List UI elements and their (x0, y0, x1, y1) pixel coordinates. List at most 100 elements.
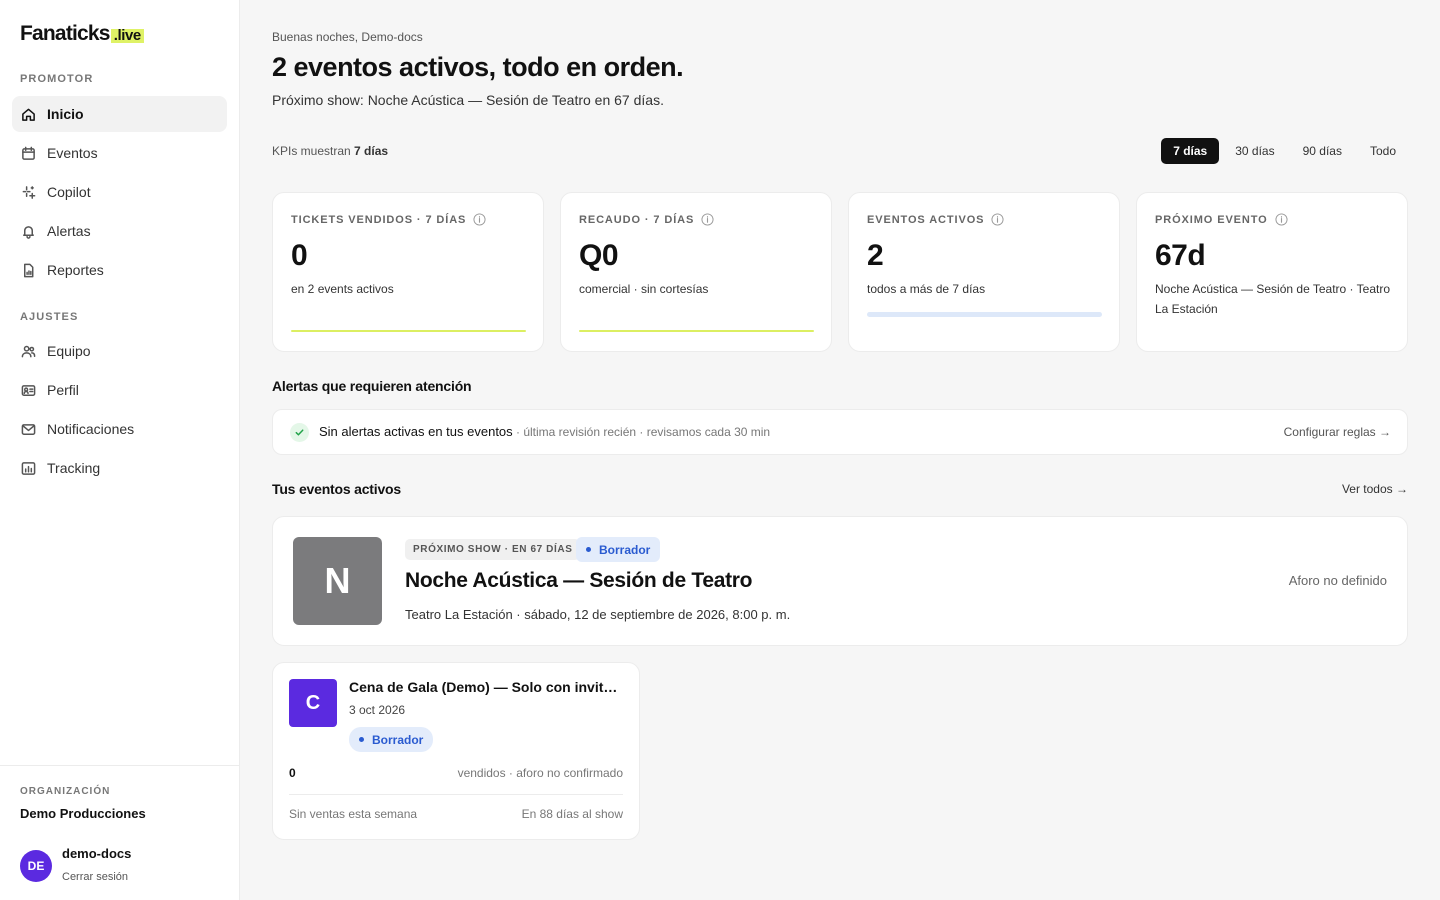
sidebar: Fanaticks .live PROMOTOR Inicio Eventos C… (0, 0, 240, 900)
event-thumbnail: N (293, 537, 382, 625)
info-icon[interactable] (1275, 213, 1288, 226)
tab-7-dias[interactable]: 7 días (1161, 138, 1220, 164)
kpi-card-tickets: TICKETS VENDIDOS · 7 DÍAS 0 en 2 events … (272, 192, 544, 352)
chart-icon (21, 461, 36, 475)
kpi-range-value: 7 días (354, 144, 389, 158)
next-show-badge: PRÓXIMO SHOW · EN 67 DÍAS (405, 539, 581, 560)
kpi-title-text: PRÓXIMO EVENTO (1155, 213, 1268, 226)
alert-message: Sin alertas activas en tus eventos (319, 424, 513, 439)
sidebar-item-copilot[interactable]: Copilot (12, 174, 227, 210)
check-icon (290, 423, 309, 442)
status-label: Borrador (599, 542, 651, 557)
sidebar-item-alertas[interactable]: Alertas (12, 213, 227, 249)
sidebar-item-label: Tracking (47, 460, 101, 476)
sidebar-item-eventos[interactable]: Eventos (12, 135, 227, 171)
kpi-subtext: comercial · sin cortesías (579, 282, 709, 296)
event-capacity: Aforo no definido (1288, 573, 1387, 588)
kpi-subtext: en 2 events activos (291, 282, 394, 296)
status-dot-icon (586, 547, 591, 552)
tab-todo[interactable]: Todo (1358, 138, 1408, 164)
status-label: Borrador (372, 732, 424, 747)
team-icon (21, 345, 36, 357)
sidebar-item-label: Copilot (47, 184, 91, 200)
sidebar-item-label: Notificaciones (47, 421, 135, 437)
kpi-range-note: KPIs muestran 7 días (272, 144, 388, 158)
sidebar-item-notificaciones[interactable]: Notificaciones (12, 411, 227, 447)
org-label: ORGANIZACIÓN (20, 786, 111, 797)
kpi-title: PRÓXIMO EVENTO (1155, 213, 1288, 226)
kpi-card-recaudo: RECAUDO · 7 DÍAS Q0 comercial · sin cort… (560, 192, 832, 352)
kpi-value: 2 (867, 239, 884, 272)
featured-event-card[interactable]: N PRÓXIMO SHOW · EN 67 DÍAS Borrador Noc… (272, 516, 1408, 646)
kpi-title-text: EVENTOS ACTIVOS (867, 213, 985, 226)
card-divider (289, 794, 623, 795)
sidebar-item-label: Inicio (47, 106, 84, 122)
tab-30-dias[interactable]: 30 días (1223, 138, 1286, 164)
page-subtitle: Próximo show: Noche Acústica — Sesión de… (272, 92, 664, 108)
report-icon (24, 263, 34, 277)
kpi-title-text: TICKETS VENDIDOS · 7 DÍAS (291, 213, 467, 226)
kpi-title: RECAUDO · 7 DÍAS (579, 213, 714, 226)
sidebar-item-tracking[interactable]: Tracking (12, 450, 227, 486)
avatar[interactable]: DE (20, 850, 52, 882)
event-thumbnail: C (289, 679, 337, 727)
event-card[interactable]: C Cena de Gala (Demo) — Solo con invitac… (272, 662, 640, 840)
logout-link[interactable]: Cerrar sesión (62, 871, 128, 883)
section-label-ajustes: AJUSTES (20, 311, 79, 323)
kpi-title-text: RECAUDO · 7 DÍAS (579, 213, 695, 226)
alerts-section-title: Alertas que requieren atención (272, 378, 472, 394)
sidebar-item-label: Eventos (47, 145, 98, 161)
days-to-show: En 88 días al show (521, 807, 623, 821)
weekly-sales-note: Sin ventas esta semana (289, 807, 418, 821)
tickets-sold-label: vendidos · aforo no confirmado (457, 766, 623, 780)
tickets-sold-count: 0 (289, 766, 296, 780)
home-icon (22, 108, 35, 121)
org-name[interactable]: Demo Producciones (20, 806, 146, 821)
kpi-title: EVENTOS ACTIVOS (867, 213, 1004, 226)
status-dot-icon (359, 737, 364, 742)
sidebar-item-reportes[interactable]: Reportes (12, 252, 227, 288)
sidebar-item-inicio[interactable]: Inicio (12, 96, 227, 132)
user-name: demo-docs (62, 846, 132, 861)
alert-status-box: Sin alertas activas en tus eventos · últ… (272, 409, 1408, 455)
info-icon[interactable] (473, 213, 486, 226)
event-date: 3 oct 2026 (349, 703, 406, 717)
bell-icon (23, 225, 34, 239)
status-badge: Borrador (349, 727, 434, 752)
kpi-card-proximo-evento: PRÓXIMO EVENTO 67d Noche Acústica — Sesi… (1136, 192, 1408, 352)
sparkles-icon (22, 185, 36, 199)
sidebar-item-label: Reportes (47, 262, 104, 278)
see-all-link[interactable]: Ver todos → (1342, 482, 1408, 496)
event-name: Cena de Gala (Demo) — Solo con invitació… (349, 679, 625, 695)
info-icon[interactable] (991, 213, 1004, 226)
event-meta: Teatro La Estación · sábado, 12 de septi… (405, 607, 791, 622)
brand-name: Fanaticks (20, 22, 110, 45)
kpi-progress-bar (867, 312, 1102, 317)
sidebar-item-equipo[interactable]: Equipo (12, 333, 227, 369)
sidebar-item-label: Equipo (47, 343, 91, 359)
page-title: 2 eventos activos, todo en orden. (272, 52, 684, 82)
greeting: Buenas noches, Demo-docs (272, 30, 423, 44)
configure-rules-link[interactable]: Configurar reglas → (1284, 425, 1391, 439)
alert-meta: · última revisión recién · revisamos cad… (516, 425, 771, 439)
event-name: Noche Acústica — Sesión de Teatro (405, 569, 753, 592)
info-icon[interactable] (701, 213, 714, 226)
kpi-subtext: Noche Acústica — Sesión de Teatro · Teat… (1155, 282, 1391, 316)
tab-90-dias[interactable]: 90 días (1291, 138, 1354, 164)
kpi-card-eventos-activos: EVENTOS ACTIVOS 2 todos a más de 7 días (848, 192, 1120, 352)
brand-suffix: .live (110, 28, 144, 43)
id-card-icon (21, 384, 36, 396)
brand-logo[interactable]: Fanaticks .live (20, 22, 144, 46)
kpi-sparkline (579, 330, 814, 332)
sidebar-item-perfil[interactable]: Perfil (12, 372, 227, 408)
sidebar-item-label: Perfil (47, 382, 79, 398)
kpi-sparkline (291, 330, 526, 332)
kpi-title: TICKETS VENDIDOS · 7 DÍAS (291, 213, 486, 226)
sidebar-divider (0, 765, 240, 766)
kpi-value: 67d (1155, 239, 1206, 272)
sidebar-item-label: Alertas (47, 223, 91, 239)
status-badge: Borrador (576, 537, 661, 562)
kpi-value: Q0 (579, 239, 619, 272)
kpi-value: 0 (291, 239, 308, 272)
mail-icon (21, 423, 36, 435)
